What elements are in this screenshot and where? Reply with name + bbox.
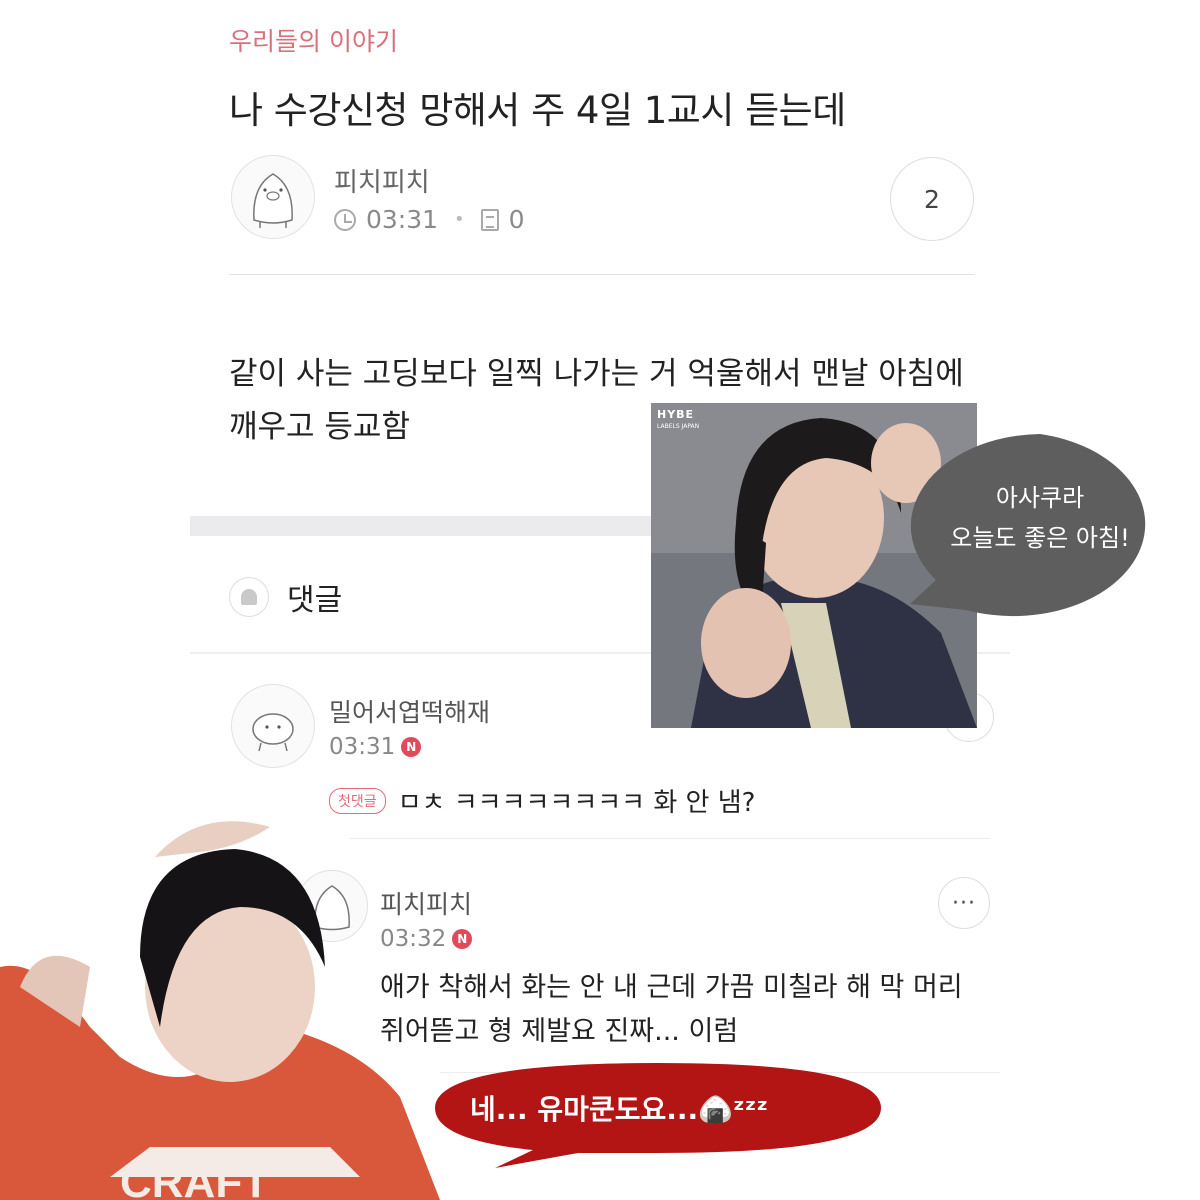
meta-separator: • bbox=[454, 209, 465, 230]
author-name[interactable]: 피치피치 bbox=[334, 162, 430, 199]
new-badge: N bbox=[401, 737, 422, 757]
post-comment-count: 0 bbox=[508, 205, 525, 234]
comment-text: ㅁㅊ ㅋㅋㅋㅋㅋㅋㅋㅋ 화 안 냄? bbox=[397, 788, 756, 818]
board-category-link[interactable]: 우리들의 이야기 bbox=[229, 22, 398, 58]
bell-icon bbox=[241, 589, 257, 605]
comment-avatar[interactable] bbox=[231, 684, 315, 768]
reply-more-button[interactable]: ··· bbox=[938, 877, 990, 929]
speech-bubble-grey-text: 아사쿠라 오늘도 좋은 아침! bbox=[950, 484, 1130, 552]
like-count: 2 bbox=[924, 184, 940, 214]
rice-cake-character-icon bbox=[252, 713, 294, 752]
comment-time: 03:31 bbox=[329, 734, 396, 760]
clock-icon bbox=[334, 208, 356, 231]
post-title: 나 수강신청 망해서 주 4일 1교시 듣는데 bbox=[229, 89, 846, 132]
peach-character-icon bbox=[253, 173, 293, 228]
hoodie-print: CRAFT bbox=[120, 1158, 269, 1200]
notification-bell-button[interactable] bbox=[229, 577, 269, 617]
speech-bubble-red-text: 네... 유마쿤도요...🍙ᶻᶻᶻ bbox=[470, 1093, 769, 1126]
comments-header: 댓글 bbox=[229, 575, 342, 619]
sticker-photo-bottom: CRAFT bbox=[0, 797, 440, 1200]
post-time: 03:31 bbox=[366, 205, 439, 234]
comment-divider bbox=[350, 838, 990, 839]
comment-count-icon bbox=[480, 208, 499, 231]
like-button[interactable]: 2 bbox=[890, 157, 974, 241]
photo-watermark: HYBE LABELS JAPAN bbox=[657, 408, 700, 431]
person-photo: CRAFT bbox=[0, 821, 440, 1200]
post-meta: 03:31 • 0 bbox=[334, 205, 525, 234]
more-icon: ··· bbox=[952, 890, 976, 916]
author-avatar[interactable] bbox=[231, 155, 315, 239]
comments-title: 댓글 bbox=[287, 583, 343, 618]
comment-author[interactable]: 밀어서엽떡해재 bbox=[329, 693, 490, 729]
comment-meta: 03:31 N bbox=[329, 734, 422, 760]
reply-text: 애가 착해서 화는 안 내 근데 가끔 미칠라 해 막 머리 쥐어뜯고 형 제발… bbox=[380, 972, 963, 1047]
header-divider bbox=[229, 274, 975, 275]
new-badge: N bbox=[452, 929, 473, 949]
